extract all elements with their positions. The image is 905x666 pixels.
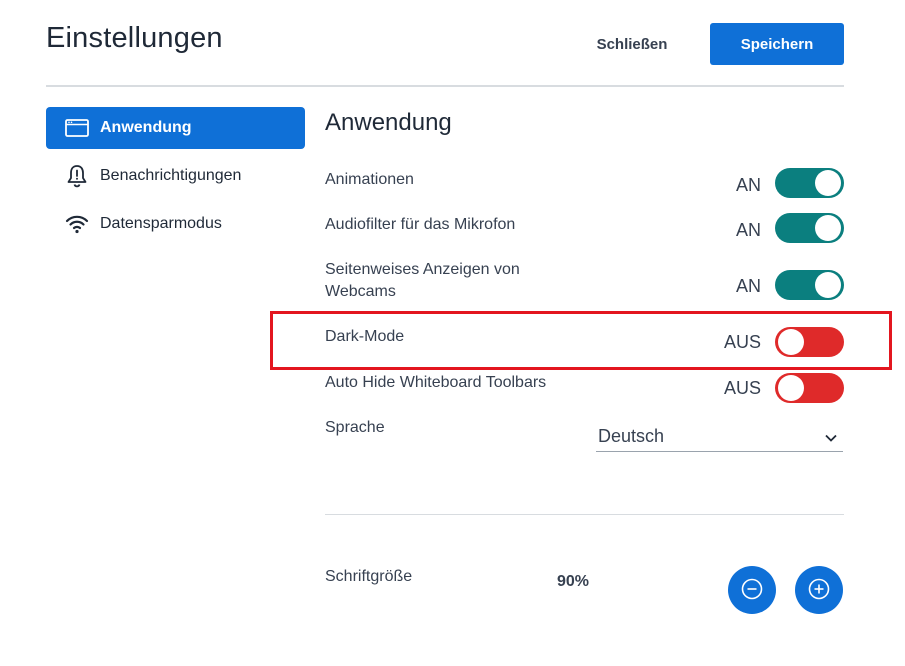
close-button[interactable]: Schließen: [583, 26, 681, 62]
setting-label: Seitenweises Anzeigen von Webcams: [325, 261, 520, 300]
sidebar-item-notifications[interactable]: Benachrichtigungen: [46, 155, 305, 197]
audio-filter-toggle[interactable]: [775, 213, 844, 243]
toggle-knob: [815, 215, 841, 241]
minus-circle-icon: [741, 578, 763, 603]
setting-row-webcam-pagination: Seitenweises Anzeigen von Webcams AN: [325, 259, 844, 305]
setting-row-animations: Animationen AN: [325, 168, 844, 200]
chevron-down-icon: [825, 429, 837, 447]
toggle-state-text: AUS: [723, 378, 761, 398]
section-divider: [325, 514, 844, 515]
sidebar-item-label: Datensparmodus: [100, 215, 222, 232]
language-label: Sprache: [325, 419, 385, 436]
toggle-knob: [815, 170, 841, 196]
sidebar-item-data-saving[interactable]: Datensparmodus: [46, 203, 305, 245]
wifi-icon: [64, 212, 90, 236]
setting-row-auto-hide-toolbars: Auto Hide Whiteboard Toolbars AUS: [325, 372, 844, 404]
sidebar-item-application[interactable]: Anwendung: [46, 107, 305, 149]
sidebar: Anwendung Benachrichtigungen Datensparmo…: [46, 107, 305, 251]
setting-label: Animationen: [325, 171, 414, 188]
font-size-value: 90%: [557, 573, 590, 590]
toggle-knob: [778, 375, 804, 401]
setting-label: Audiofilter für das Mikrofon: [325, 216, 516, 233]
bell-icon: [64, 164, 90, 188]
setting-row-audio-filter: Audiofilter für das Mikrofon AN: [325, 213, 844, 245]
section-title: Anwendung: [325, 109, 452, 136]
sidebar-item-label: Benachrichtigungen: [100, 167, 242, 184]
toggle-state-text: AN: [735, 175, 761, 195]
plus-circle-icon: [808, 578, 830, 603]
toggle-state-text: AN: [735, 220, 761, 240]
decrease-font-size-button[interactable]: [728, 566, 776, 614]
page-title: Einstellungen: [46, 22, 223, 54]
language-select[interactable]: Deutsch: [596, 420, 843, 452]
font-size-label: Schriftgröße: [325, 568, 413, 585]
dark-mode-highlight-box: [270, 311, 892, 370]
auto-hide-toolbars-toggle[interactable]: [775, 373, 844, 403]
sidebar-item-label: Anwendung: [100, 119, 192, 136]
setting-label: Auto Hide Whiteboard Toolbars: [325, 374, 547, 391]
toggle-knob: [815, 272, 841, 298]
webcam-pagination-toggle[interactable]: [775, 270, 844, 300]
save-button[interactable]: Speichern: [710, 23, 844, 65]
animations-toggle[interactable]: [775, 168, 844, 198]
increase-font-size-button[interactable]: [795, 566, 843, 614]
language-select-value: Deutsch: [598, 426, 665, 446]
application-window-icon: [64, 116, 90, 140]
header-divider: [46, 85, 844, 87]
toggle-state-text: AN: [735, 276, 761, 296]
